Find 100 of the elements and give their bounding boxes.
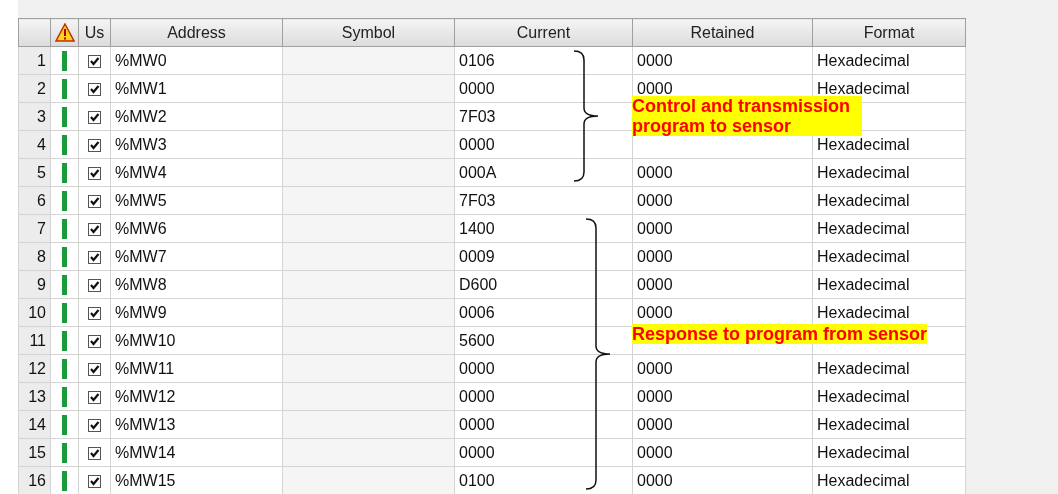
row-number: 14 [18, 410, 51, 439]
address-cell: %MW0 [110, 46, 283, 75]
column-header[interactable]: Address [110, 18, 283, 47]
status-bar-icon [62, 302, 67, 323]
format-value: Hexadecimal [817, 79, 910, 97]
row-number: 15 [18, 438, 51, 467]
row-number: 5 [18, 158, 51, 187]
used-checkbox[interactable] [88, 418, 101, 432]
row-number: 1 [18, 46, 51, 75]
address-cell: %MW5 [110, 186, 283, 215]
retained-value: 0000 [637, 387, 673, 405]
column-header[interactable]: Format [812, 18, 966, 47]
row-number: 4 [18, 130, 51, 159]
status-bar-icon [62, 50, 67, 71]
status-bar-icon [62, 274, 67, 295]
address-cell: %MW2 [110, 102, 283, 131]
status-bar-icon [62, 442, 67, 463]
format-value: Hexadecimal [817, 359, 910, 377]
current-value: 0000 [459, 443, 495, 461]
address-cell: %MW3 [110, 130, 283, 159]
retained-value: 0000 [637, 219, 673, 237]
used-checkbox[interactable] [88, 334, 101, 348]
retained-value: 0000 [637, 51, 673, 69]
row-number: 11 [18, 326, 51, 355]
row-number: 12 [18, 354, 51, 383]
format-value: Hexadecimal [817, 51, 910, 69]
column-header[interactable]: Symbol [282, 18, 455, 47]
current-value: 0000 [459, 387, 495, 405]
warning-icon [54, 22, 75, 43]
current-value: D600 [459, 275, 498, 293]
retained-value: 0000 [637, 79, 673, 97]
current-value: 7F03 [459, 191, 496, 209]
address-cell: %MW7 [110, 242, 283, 271]
status-bar-icon [62, 386, 67, 407]
used-checkbox[interactable] [88, 474, 101, 488]
used-checkbox[interactable] [88, 194, 101, 208]
used-checkbox[interactable] [88, 138, 101, 152]
used-checkbox[interactable] [88, 82, 101, 96]
used-checkbox[interactable] [88, 446, 101, 460]
used-checkbox[interactable] [88, 110, 101, 124]
current-value: 0006 [459, 303, 495, 321]
row-number: 10 [18, 298, 51, 327]
format-value: Hexadecimal [817, 219, 910, 237]
status-bar-icon [62, 162, 67, 183]
current-value: 0000 [459, 135, 495, 153]
status-bar-icon [62, 358, 67, 379]
retained-value: 0000 [637, 275, 673, 293]
address-cell: %MW6 [110, 214, 283, 243]
used-checkbox[interactable] [88, 54, 101, 68]
used-checkbox[interactable] [88, 250, 101, 264]
used-checkbox[interactable] [88, 222, 101, 236]
row-number: 7 [18, 214, 51, 243]
current-value: 0009 [459, 247, 495, 265]
used-checkbox[interactable] [88, 362, 101, 376]
used-checkbox[interactable] [88, 390, 101, 404]
status-bar-icon [62, 78, 67, 99]
row-number: 8 [18, 242, 51, 271]
status-bar-icon [62, 470, 67, 491]
current-value: 0000 [459, 79, 495, 97]
status-bar-icon [62, 218, 67, 239]
format-value: Hexadecimal [817, 303, 910, 321]
used-checkbox[interactable] [88, 166, 101, 180]
annotation-label: Response to program from sensor [632, 324, 928, 344]
status-bar-icon [62, 330, 67, 351]
row-number: 13 [18, 382, 51, 411]
format-value: Hexadecimal [817, 163, 910, 181]
address-cell: %MW13 [110, 410, 283, 439]
row-number: 9 [18, 270, 51, 299]
retained-value: 0000 [637, 303, 673, 321]
address-cell: %MW10 [110, 326, 283, 355]
current-value: 0000 [459, 415, 495, 433]
column-header[interactable]: Retained [632, 18, 813, 47]
row-number: 16 [18, 466, 51, 494]
address-cell: %MW9 [110, 298, 283, 327]
format-value: Hexadecimal [817, 387, 910, 405]
status-bar-icon [62, 246, 67, 267]
retained-value: 0000 [637, 163, 673, 181]
address-cell: %MW8 [110, 270, 283, 299]
annotation-label: Control and transmission program to sensor [632, 96, 862, 136]
format-value: Hexadecimal [817, 443, 910, 461]
column-header[interactable]: Current [454, 18, 633, 47]
retained-value: 0000 [637, 247, 673, 265]
used-checkbox[interactable] [88, 306, 101, 320]
format-value: Hexadecimal [817, 471, 910, 489]
retained-value: 0000 [637, 415, 673, 433]
address-cell: %MW1 [110, 74, 283, 103]
status-bar-icon [62, 414, 67, 435]
used-checkbox[interactable] [88, 278, 101, 292]
status-bar-icon [62, 106, 67, 127]
column-header[interactable]: Us [78, 18, 111, 47]
row-number: 2 [18, 74, 51, 103]
status-bar-icon [62, 134, 67, 155]
current-value: 0100 [459, 471, 495, 489]
row-number: 3 [18, 102, 51, 131]
retained-value: 0000 [637, 443, 673, 461]
address-cell: %MW12 [110, 382, 283, 411]
row-number: 6 [18, 186, 51, 215]
current-value: 1400 [459, 219, 495, 237]
format-value: Hexadecimal [817, 275, 910, 293]
status-bar-icon [62, 190, 67, 211]
